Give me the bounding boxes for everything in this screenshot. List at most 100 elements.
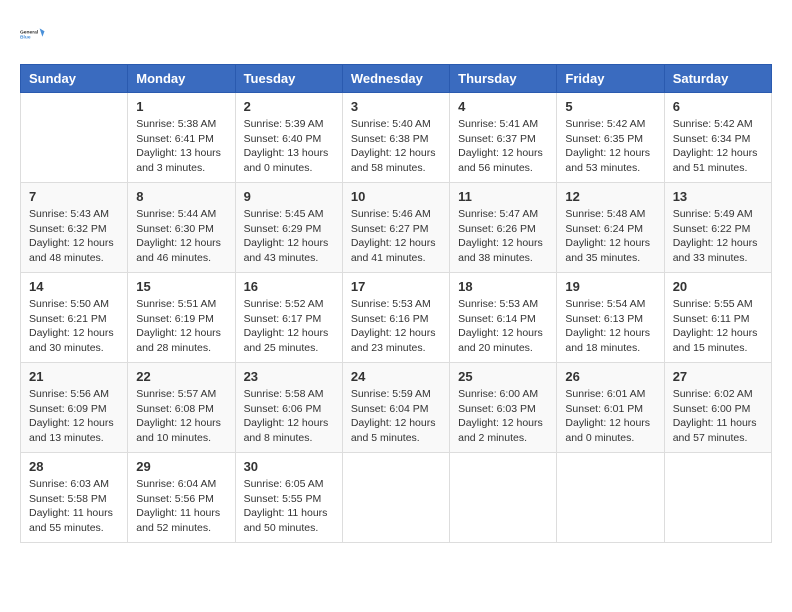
- calendar-cell: 6 Sunrise: 5:42 AMSunset: 6:34 PMDaylight…: [664, 93, 771, 183]
- day-number: 27: [673, 369, 763, 384]
- calendar-cell: 10Sunrise: 5:46 AMSunset: 6:27 PMDayligh…: [342, 183, 449, 273]
- day-info: Sunrise: 5:42 AMSunset: 6:34 PMDaylight:…: [673, 117, 763, 176]
- day-number: 13: [673, 189, 763, 204]
- calendar-table: Sunday Monday Tuesday Wednesday Thursday…: [20, 64, 772, 543]
- day-number: 17: [351, 279, 441, 294]
- day-info: Sunrise: 5:48 AMSunset: 6:24 PMDaylight:…: [565, 207, 655, 266]
- calendar-cell: 18Sunrise: 5:53 AMSunset: 6:14 PMDayligh…: [450, 273, 557, 363]
- calendar-cell: 9 Sunrise: 5:45 AMSunset: 6:29 PMDaylight…: [235, 183, 342, 273]
- calendar-cell: 4 Sunrise: 5:41 AMSunset: 6:37 PMDaylight…: [450, 93, 557, 183]
- day-number: 18: [458, 279, 548, 294]
- day-number: 23: [244, 369, 334, 384]
- calendar-cell: 2 Sunrise: 5:39 AMSunset: 6:40 PMDaylight…: [235, 93, 342, 183]
- day-number: 8: [136, 189, 226, 204]
- day-info: Sunrise: 5:59 AMSunset: 6:04 PMDaylight:…: [351, 387, 441, 446]
- day-info: Sunrise: 6:04 AMSunset: 5:56 PMDaylight:…: [136, 477, 226, 536]
- day-info: Sunrise: 5:54 AMSunset: 6:13 PMDaylight:…: [565, 297, 655, 356]
- day-info: Sunrise: 6:03 AMSunset: 5:58 PMDaylight:…: [29, 477, 119, 536]
- week-row-4: 28 Sunrise: 6:03 AMSunset: 5:58 PMDayligh…: [21, 453, 772, 543]
- day-number: 14: [29, 279, 119, 294]
- calendar-cell: 15Sunrise: 5:51 AMSunset: 6:19 PMDayligh…: [128, 273, 235, 363]
- day-number: 1: [136, 99, 226, 114]
- calendar-cell: 16 Sunrise: 5:52 AMSunset: 6:17 PMDayligh…: [235, 273, 342, 363]
- calendar-cell: 7 Sunrise: 5:43 AMSunset: 6:32 PMDaylight…: [21, 183, 128, 273]
- col-sunday: Sunday: [21, 65, 128, 93]
- calendar-cell: 23 Sunrise: 5:58 AMSunset: 6:06 PMDayligh…: [235, 363, 342, 453]
- day-info: Sunrise: 5:41 AMSunset: 6:37 PMDaylight:…: [458, 117, 548, 176]
- calendar-cell: 11 Sunrise: 5:47 AMSunset: 6:26 PMDayligh…: [450, 183, 557, 273]
- calendar-cell: 14 Sunrise: 5:50 AMSunset: 6:21 PMDayligh…: [21, 273, 128, 363]
- calendar-cell: 8 Sunrise: 5:44 AMSunset: 6:30 PMDaylight…: [128, 183, 235, 273]
- day-number: 30: [244, 459, 334, 474]
- day-info: Sunrise: 5:53 AMSunset: 6:16 PMDaylight:…: [351, 297, 441, 356]
- calendar-cell: 1 Sunrise: 5:38 AMSunset: 6:41 PMDaylight…: [128, 93, 235, 183]
- day-number: 6: [673, 99, 763, 114]
- week-row-0: 1 Sunrise: 5:38 AMSunset: 6:41 PMDaylight…: [21, 93, 772, 183]
- day-info: Sunrise: 5:50 AMSunset: 6:21 PMDaylight:…: [29, 297, 119, 356]
- day-number: 9: [244, 189, 334, 204]
- day-number: 22: [136, 369, 226, 384]
- day-number: 16: [244, 279, 334, 294]
- day-info: Sunrise: 5:58 AMSunset: 6:06 PMDaylight:…: [244, 387, 334, 446]
- day-number: 3: [351, 99, 441, 114]
- day-number: 4: [458, 99, 548, 114]
- day-number: 19: [565, 279, 655, 294]
- day-number: 15: [136, 279, 226, 294]
- calendar-cell: 25Sunrise: 6:00 AMSunset: 6:03 PMDayligh…: [450, 363, 557, 453]
- day-info: Sunrise: 5:45 AMSunset: 6:29 PMDaylight:…: [244, 207, 334, 266]
- calendar-body: 1 Sunrise: 5:38 AMSunset: 6:41 PMDaylight…: [21, 93, 772, 543]
- day-number: 24: [351, 369, 441, 384]
- day-info: Sunrise: 5:56 AMSunset: 6:09 PMDaylight:…: [29, 387, 119, 446]
- day-number: 2: [244, 99, 334, 114]
- calendar-cell: 5Sunrise: 5:42 AMSunset: 6:35 PMDaylight…: [557, 93, 664, 183]
- calendar-cell: 3 Sunrise: 5:40 AMSunset: 6:38 PMDaylight…: [342, 93, 449, 183]
- day-number: 11: [458, 189, 548, 204]
- day-number: 20: [673, 279, 763, 294]
- calendar-cell: [664, 453, 771, 543]
- calendar-cell: 30 Sunrise: 6:05 AMSunset: 5:55 PMDayligh…: [235, 453, 342, 543]
- day-number: 12: [565, 189, 655, 204]
- col-saturday: Saturday: [664, 65, 771, 93]
- day-number: 7: [29, 189, 119, 204]
- day-info: Sunrise: 5:40 AMSunset: 6:38 PMDaylight:…: [351, 117, 441, 176]
- page-header: GeneralBlue: [20, 20, 772, 48]
- calendar-cell: [342, 453, 449, 543]
- calendar-cell: 13Sunrise: 5:49 AMSunset: 6:22 PMDayligh…: [664, 183, 771, 273]
- week-row-1: 7 Sunrise: 5:43 AMSunset: 6:32 PMDaylight…: [21, 183, 772, 273]
- header-row: Sunday Monday Tuesday Wednesday Thursday…: [21, 65, 772, 93]
- day-info: Sunrise: 5:44 AMSunset: 6:30 PMDaylight:…: [136, 207, 226, 266]
- svg-text:Blue: Blue: [20, 35, 31, 41]
- col-monday: Monday: [128, 65, 235, 93]
- calendar-cell: 22 Sunrise: 5:57 AMSunset: 6:08 PMDayligh…: [128, 363, 235, 453]
- calendar-cell: 20 Sunrise: 5:55 AMSunset: 6:11 PMDayligh…: [664, 273, 771, 363]
- calendar-cell: 24 Sunrise: 5:59 AMSunset: 6:04 PMDayligh…: [342, 363, 449, 453]
- calendar-cell: 29Sunrise: 6:04 AMSunset: 5:56 PMDayligh…: [128, 453, 235, 543]
- day-info: Sunrise: 5:52 AMSunset: 6:17 PMDaylight:…: [244, 297, 334, 356]
- day-info: Sunrise: 5:55 AMSunset: 6:11 PMDaylight:…: [673, 297, 763, 356]
- week-row-2: 14 Sunrise: 5:50 AMSunset: 6:21 PMDayligh…: [21, 273, 772, 363]
- col-friday: Friday: [557, 65, 664, 93]
- day-info: Sunrise: 5:47 AMSunset: 6:26 PMDaylight:…: [458, 207, 548, 266]
- day-info: Sunrise: 6:01 AMSunset: 6:01 PMDaylight:…: [565, 387, 655, 446]
- svg-text:General: General: [20, 29, 39, 35]
- logo: GeneralBlue: [20, 20, 48, 48]
- day-info: Sunrise: 5:39 AMSunset: 6:40 PMDaylight:…: [244, 117, 334, 176]
- calendar-cell: 21Sunrise: 5:56 AMSunset: 6:09 PMDayligh…: [21, 363, 128, 453]
- logo-icon: GeneralBlue: [20, 20, 48, 48]
- day-number: 10: [351, 189, 441, 204]
- calendar-cell: 17 Sunrise: 5:53 AMSunset: 6:16 PMDayligh…: [342, 273, 449, 363]
- day-number: 28: [29, 459, 119, 474]
- day-info: Sunrise: 6:05 AMSunset: 5:55 PMDaylight:…: [244, 477, 334, 536]
- day-number: 5: [565, 99, 655, 114]
- week-row-3: 21Sunrise: 5:56 AMSunset: 6:09 PMDayligh…: [21, 363, 772, 453]
- calendar-cell: [21, 93, 128, 183]
- calendar-cell: [450, 453, 557, 543]
- calendar-cell: 28 Sunrise: 6:03 AMSunset: 5:58 PMDayligh…: [21, 453, 128, 543]
- day-info: Sunrise: 5:57 AMSunset: 6:08 PMDaylight:…: [136, 387, 226, 446]
- col-tuesday: Tuesday: [235, 65, 342, 93]
- day-info: Sunrise: 5:38 AMSunset: 6:41 PMDaylight:…: [136, 117, 226, 176]
- calendar-cell: 27Sunrise: 6:02 AMSunset: 6:00 PMDayligh…: [664, 363, 771, 453]
- calendar-cell: [557, 453, 664, 543]
- day-info: Sunrise: 5:43 AMSunset: 6:32 PMDaylight:…: [29, 207, 119, 266]
- calendar-cell: 26Sunrise: 6:01 AMSunset: 6:01 PMDayligh…: [557, 363, 664, 453]
